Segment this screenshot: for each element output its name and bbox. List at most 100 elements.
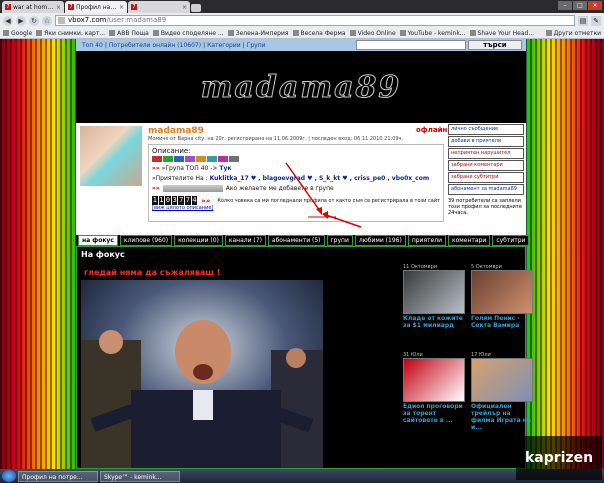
report-user-button[interactable]: неприятен нарушител [448,148,524,159]
bookmark-item[interactable]: Video Online [349,30,396,37]
bookmark-icon [292,30,299,36]
visit-counter: 1 1 0 3 7 7 4 »» Колко човека са ми погл… [152,196,440,205]
browser-tab-2[interactable]: 7 Профил на потребите... × [65,1,127,13]
bookmark-item[interactable]: ABB Поща [109,30,149,37]
bookmark-item[interactable]: YouTube - kemink... [399,30,466,37]
thumb-item[interactable]: 31 Юли Едиоп проговори за торент сайтове… [403,352,465,424]
thumb-image[interactable] [471,358,533,402]
folder-icon [545,30,552,36]
thumb-image[interactable] [403,358,465,402]
profile-logo: madama89 [200,69,402,105]
profile-visitors-note: 39 потребители са заплели този профил за… [448,198,522,216]
profile-meta: Момиче от Варна city, на 20г. регистрира… [148,136,404,142]
send-message-button[interactable]: лично съобщение [448,124,524,135]
block-comments-button[interactable]: забрани коментари [448,160,524,171]
thumb-item[interactable]: 11 Октомври Кладе от кожите за $1 милиар… [403,264,465,329]
tab-subscriptions[interactable]: абонаменти (5) [267,235,325,246]
minimize-button[interactable]: – [558,1,572,10]
tab-collections[interactable]: колекции (0) [174,235,223,246]
full-description-link[interactable]: [виж цялото описание] [152,205,440,211]
featured-video[interactable] [81,280,323,468]
tab-friends[interactable]: приятели [407,235,446,246]
bookmark-item[interactable]: Зелена-Империя [227,30,289,37]
block-subtitles-button[interactable]: забрани субтитри [448,172,524,183]
tab-groups[interactable]: групи [326,235,353,246]
close-window-button[interactable]: × [588,1,602,10]
start-button[interactable] [2,470,16,482]
reload-icon[interactable]: ↻ [29,15,39,26]
page-menu-icon[interactable]: ▤ [578,15,588,26]
bookmark-item[interactable]: Яки снимки, карт... [36,30,105,37]
profile-actions: лично съобщение добави в приятели неприя… [448,124,524,216]
new-tab-button[interactable] [191,4,201,12]
bookmark-icon [227,30,234,36]
tab-comments[interactable]: коментари [447,235,491,246]
vbox7-favicon: 7 [68,4,74,10]
description-icon-row [152,156,440,162]
add-group-line: »» Ако желаете ме добавете в групе [152,185,334,192]
bookmark-item[interactable]: Google [3,30,32,37]
close-tab-icon[interactable]: × [119,4,124,11]
smiley-icon [229,156,239,162]
taskbar-item[interactable]: Профил на потре... [18,470,98,482]
browser-navbar: ◀ ▶ ↻ ☆ vbox7.com/user:madama89 ▤ ✎ [0,13,604,28]
bookmark-icon [349,30,356,36]
close-tab-icon[interactable]: × [56,4,61,11]
online-status: офлайн [416,126,448,134]
arrow-icon: »» [152,165,160,172]
search-input[interactable] [356,40,466,50]
nav-groups[interactable]: Групи [247,42,266,49]
tab-channels[interactable]: канали (7) [224,235,266,246]
bookmark-item[interactable]: Видео споделяне ... [152,30,224,37]
maximize-button[interactable]: □ [573,1,587,10]
group-banner-button[interactable] [162,185,223,192]
page-viewport: Топ 40 | Потребители онлайн (10607) | Кате… [0,39,604,469]
nav-users-online[interactable]: Потребители онлайн (10607) [109,42,201,49]
window-controls: – □ × [558,1,602,10]
bookmark-icon [109,30,116,36]
tab-focus[interactable]: на фокус [78,235,118,246]
profile-banner: madama89 [76,51,526,123]
nav-categories[interactable]: Категории [207,42,241,49]
browser-tab-1[interactable]: 7 war at home / търсен... × [2,1,64,13]
thumb-image[interactable] [403,270,465,314]
bookmark-icon [469,30,476,36]
windows-taskbar: Профил на потре... Skype™ - kemink... [0,469,604,483]
watermark-logo: kaprizen [516,436,602,480]
taskbar-item[interactable]: Skype™ - kemink... [100,470,180,482]
star-icon[interactable]: ☆ [42,15,52,26]
subscribe-button[interactable]: абонамент за madama89 [448,184,524,195]
add-friend-button[interactable]: добави в приятели [448,136,524,147]
smiley-icon [218,156,228,162]
tab-subtitles[interactable]: субтитри [492,235,530,246]
browser-tabbar: 7 war at home / търсен... × 7 Профил на … [0,0,604,13]
thumb-image[interactable] [471,270,533,314]
featured-title[interactable]: гледай няма да съжаляваш ! [81,267,323,279]
nav-top40[interactable]: Топ 40 [82,42,103,49]
bookmark-icon [152,30,159,36]
group-line: »» »Група ТОП 40 -> Тук [152,165,232,172]
bookmark-icon [399,30,406,36]
group-link[interactable]: Тук [219,165,231,172]
bookmark-item[interactable]: Shave Your Head... [469,30,534,37]
back-arrow-icon[interactable]: ◀ [3,15,13,26]
tab-favorites[interactable]: любими (196) [354,235,406,246]
other-bookmarks[interactable]: Други отметки [545,30,601,37]
wrench-icon[interactable]: ✎ [591,15,601,26]
smiley-icon [207,156,217,162]
focus-content: На фокус гледай няма да съжаляваш ! 11 О… [76,246,533,469]
bookmark-item[interactable]: Весела Ферма [292,30,346,37]
tab-clips[interactable]: клипове (960) [119,235,173,246]
search-button[interactable]: търси [468,40,522,50]
friends-links[interactable]: Kuklitka_17 ♥ , blagoevgrad ♥ , S_k_kt ♥… [210,175,430,182]
thumb-item[interactable]: 5 Октомври Голям Пенис - Секта Вамира [471,264,533,329]
address-bar[interactable]: vbox7.com/user:madama89 [55,15,575,26]
thumb-item[interactable]: 17 Юли Официален трейлър на филма Играта… [471,352,533,431]
browser-tab-3[interactable]: 7 × [128,1,190,13]
close-tab-icon[interactable]: × [182,4,187,11]
friends-line: »Приятелите На : Kuklitka_17 ♥ , blagoev… [152,175,430,182]
avatar[interactable] [80,126,142,186]
forward-arrow-icon[interactable]: ▶ [16,15,26,26]
site-nav: Топ 40 | Потребители онлайн (10607) | Кате… [76,39,526,51]
site-container: Топ 40 | Потребители онлайн (10607) | Кате… [76,39,533,469]
